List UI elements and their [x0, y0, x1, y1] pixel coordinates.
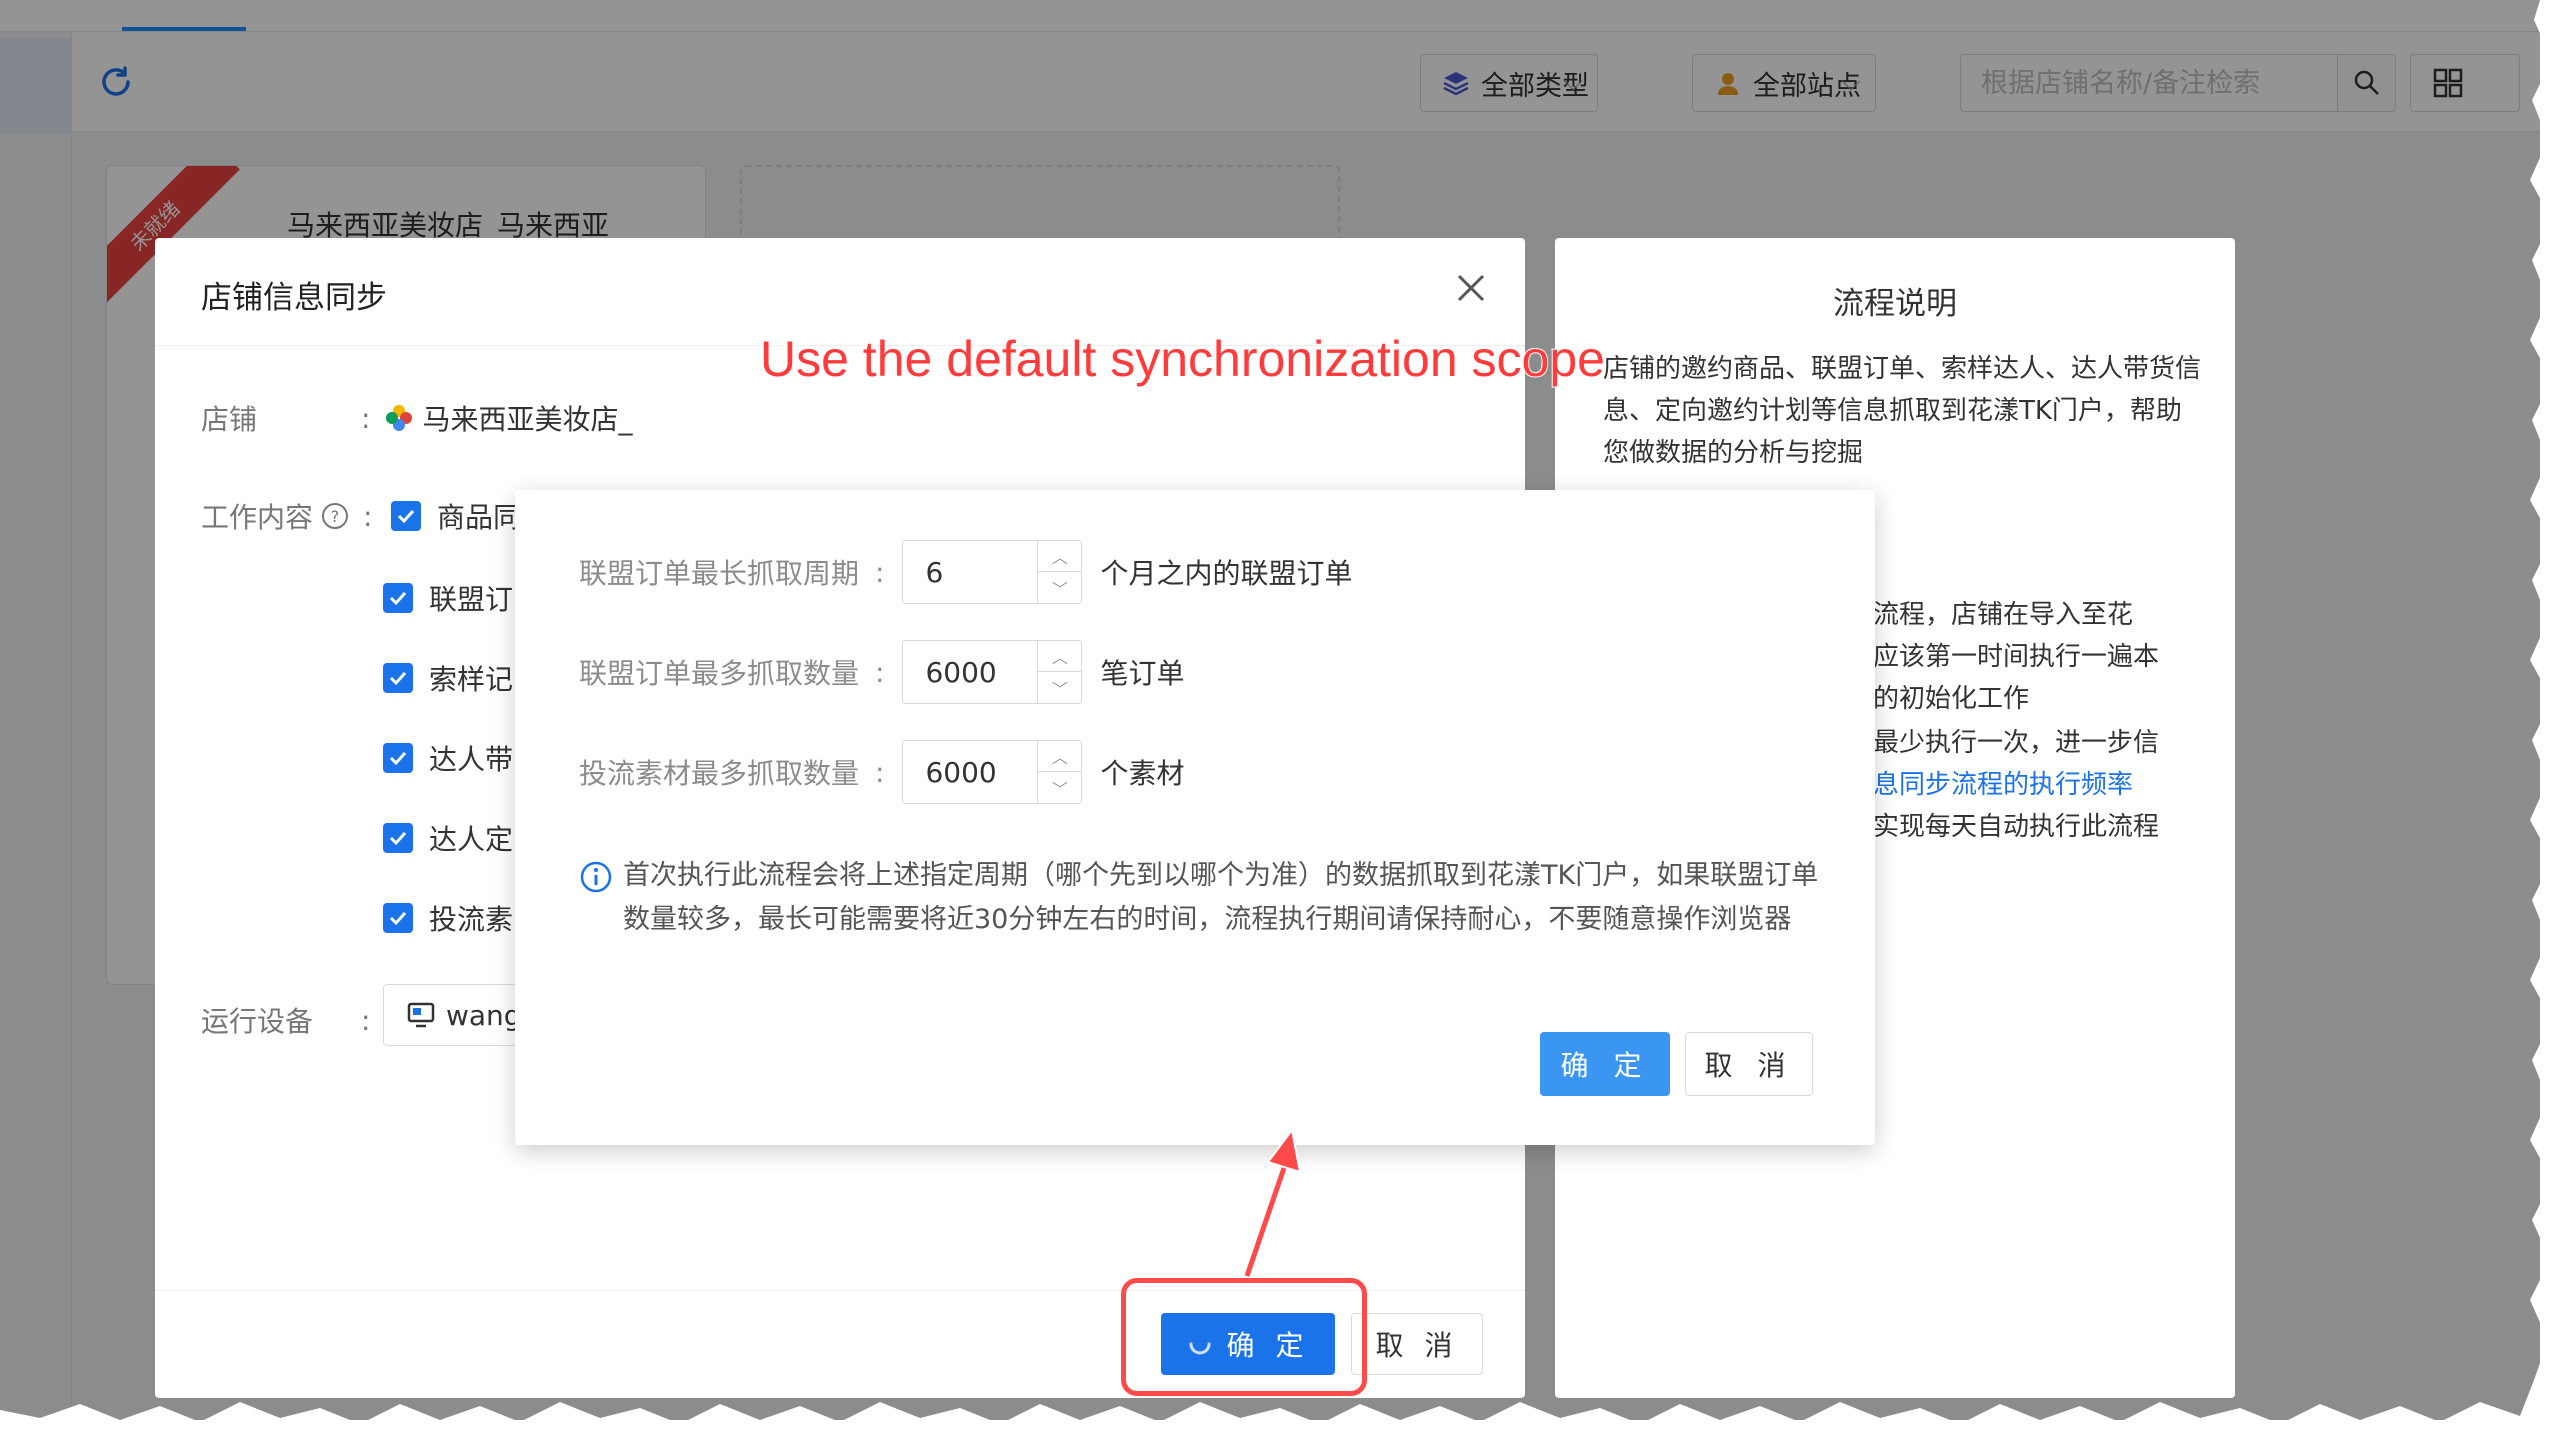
process-note-line: 最少执行一次，进一步信 [1873, 728, 2160, 758]
work-item-checkbox[interactable]: 达人定 [383, 818, 513, 858]
computer-icon [407, 1002, 435, 1028]
stepper-controls: ︿ ﹀ [1037, 541, 1082, 603]
process-note-init: 流程，店铺在导入至花 应该第一时间执行一遍本 的初始化工作 [1873, 594, 2203, 720]
work-item-label: 联盟订 [429, 583, 514, 616]
colon: : [361, 401, 371, 435]
work-row: 工作内容 ? : [201, 496, 386, 536]
work-item-label: 投流素 [429, 903, 514, 936]
work-item-checkbox[interactable]: 联盟订 [383, 578, 513, 618]
colon: : [875, 555, 885, 589]
order-count-input[interactable] [903, 641, 1036, 703]
checkbox-checked-icon[interactable] [383, 663, 413, 693]
checkbox-checked-icon[interactable] [383, 823, 413, 853]
device-value: wang [446, 998, 522, 1032]
work-item-label: 商品同 [437, 501, 522, 534]
stepper-up-icon[interactable]: ︿ [1038, 541, 1082, 572]
scope-row-label: 联盟订单最长抓取周期 [579, 557, 860, 590]
shop-row: 店铺 : 马来西亚美妆店_ [201, 398, 632, 438]
stepper-down-icon[interactable]: ﹀ [1038, 772, 1081, 803]
colon: : [363, 499, 373, 533]
process-title: 流程说明 [1833, 286, 1957, 322]
device-label: 运行设备 [201, 1005, 314, 1038]
device-row: 运行设备 : [201, 1000, 384, 1040]
stepper-up-icon[interactable]: ︿ [1038, 641, 1082, 672]
shop-name: 马来西亚美妆店_ [422, 403, 633, 436]
process-intro: 店铺的邀约商品、联盟订单、索样达人、达人带货信息、定向邀约计划等信息抓取到花漾T… [1603, 354, 2202, 468]
stepper-down-icon[interactable]: ﹀ [1038, 672, 1081, 703]
stepper-down-icon[interactable]: ﹀ [1038, 572, 1081, 603]
colon: : [875, 655, 885, 689]
frequency-link[interactable]: 息同步流程的执行频率 [1873, 764, 2203, 806]
work-item-checkbox[interactable]: 索样记 [383, 658, 513, 698]
material-count-stepper[interactable]: ︿ ﹀ [902, 740, 1083, 804]
scope-row: 联盟订单最长抓取周期 : ︿ ﹀ 个月之内的联盟订单 [579, 540, 1352, 604]
scope-row-label: 投流素材最多抓取数量 [579, 757, 860, 790]
shop-logo-icon [386, 405, 413, 431]
stepper-controls: ︿ ﹀ [1037, 641, 1082, 703]
help-icon[interactable]: ? [321, 502, 349, 530]
work-item-checkbox[interactable]: 投流素 [383, 898, 513, 938]
stepper-up-icon[interactable]: ︿ [1038, 741, 1082, 772]
stepper-controls: ︿ ﹀ [1037, 741, 1082, 803]
ok-button[interactable]: 确 定 [1540, 1032, 1670, 1096]
cancel-button[interactable]: 取 消 [1685, 1032, 1813, 1096]
dialog-title: 店铺信息同步 [201, 280, 387, 316]
svg-text:?: ? [331, 507, 340, 526]
process-note-line: 流程，店铺在导入至花 [1873, 600, 2134, 630]
checkbox-checked-icon[interactable] [383, 903, 413, 933]
material-count-input[interactable] [903, 741, 1036, 803]
checkbox-checked-icon[interactable] [391, 501, 421, 531]
info-icon [580, 861, 612, 893]
scope-row: 投流素材最多抓取数量 : ︿ ﹀ 个素材 [579, 740, 1184, 804]
scope-row: 联盟订单最多抓取数量 : ︿ ﹀ 笔订单 [579, 640, 1184, 704]
annotation-highlight-box [1121, 1278, 1367, 1396]
colon: : [875, 755, 885, 789]
colon: : [361, 1003, 371, 1037]
process-note-freq: 最少执行一次，进一步信 息同步流程的执行频率 实现每天自动执行此流程 [1873, 722, 2203, 848]
shop-label: 店铺 [201, 403, 258, 436]
shop-value: 马来西亚美妆店_ [384, 398, 632, 438]
work-item-checkbox[interactable]: 达人带 [383, 738, 513, 778]
checkbox-checked-icon[interactable] [383, 583, 413, 613]
scope-row-label: 联盟订单最多抓取数量 [579, 657, 860, 690]
work-label: 工作内容 [201, 501, 314, 534]
scope-row-suffix: 个月之内的联盟订单 [1100, 557, 1353, 590]
annotation-text: Use the default synchronization scope [759, 330, 1606, 388]
order-period-stepper[interactable]: ︿ ﹀ [902, 540, 1083, 604]
work-item-label: 达人定 [429, 823, 514, 856]
process-note-line: 的初始化工作 [1873, 684, 2030, 714]
checkbox-checked-icon[interactable] [383, 743, 413, 773]
order-period-input[interactable] [903, 541, 1036, 603]
notice-text: 首次执行此流程会将上述指定周期（哪个先到以哪个为准）的数据抓取到花漾TK门户，如… [623, 860, 1819, 935]
order-count-stepper[interactable]: ︿ ﹀ [902, 640, 1083, 704]
work-item-checkbox[interactable]: 商品同 [391, 496, 521, 536]
notice: 首次执行此流程会将上述指定周期（哪个先到以哪个为准）的数据抓取到花漾TK门户，如… [579, 854, 1819, 942]
scope-row-suffix: 笔订单 [1100, 657, 1185, 690]
scope-row-suffix: 个素材 [1100, 757, 1185, 790]
process-note-line: 应该第一时间执行一遍本 [1873, 642, 2160, 672]
sync-scope-dialog: 联盟订单最长抓取周期 : ︿ ﹀ 个月之内的联盟订单 联盟订单最多抓取数量 : … [515, 490, 1875, 1145]
process-note-line: 实现每天自动执行此流程 [1873, 812, 2160, 842]
work-item-label: 达人带 [429, 743, 514, 776]
screenshot: 全部类型 ⌵ 全部站点 ⌵ 未就绪 马来西亚美妆店_马来西亚 店铺信息同步 [0, 0, 2540, 1420]
close-icon[interactable] [1451, 268, 1491, 308]
work-item-label: 索样记 [429, 663, 514, 696]
cancel-button[interactable]: 取 消 [1351, 1313, 1483, 1375]
